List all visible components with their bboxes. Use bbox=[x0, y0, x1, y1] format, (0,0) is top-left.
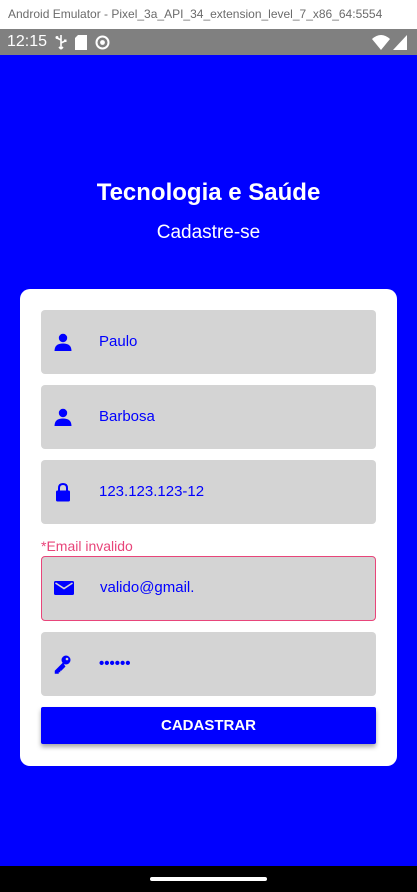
cpf-field[interactable]: 123.123.123-12 bbox=[41, 460, 376, 524]
email-icon bbox=[54, 581, 74, 595]
navigation-bar bbox=[0, 866, 417, 892]
status-time: 12:15 bbox=[7, 33, 48, 50]
person-icon bbox=[54, 333, 72, 351]
last-name-field[interactable]: Barbosa bbox=[41, 385, 376, 449]
emulator-window-title: Android Emulator - Pixel_3a_API_34_exten… bbox=[0, 0, 417, 29]
key-icon bbox=[54, 655, 71, 674]
signup-button[interactable]: CADASTRAR bbox=[41, 707, 376, 744]
password-value: •••••• bbox=[99, 655, 131, 672]
last-name-value: Barbosa bbox=[99, 408, 155, 425]
signup-form-card: Paulo Barbosa 123.123.123-12 *Email inva… bbox=[20, 289, 397, 766]
lock-icon bbox=[56, 482, 70, 502]
email-value: valido@gmail. bbox=[100, 579, 195, 596]
password-field[interactable]: •••••• bbox=[41, 632, 376, 696]
app-screen: Tecnologia e Saúde Cadastre-se Paulo Bar… bbox=[0, 55, 417, 866]
first-name-field[interactable]: Paulo bbox=[41, 310, 376, 374]
cpf-value: 123.123.123-12 bbox=[99, 483, 205, 500]
sync-icon bbox=[95, 35, 110, 49]
home-handle[interactable] bbox=[150, 877, 267, 881]
email-field[interactable]: valido@gmail. bbox=[41, 556, 376, 621]
first-name-value: Paulo bbox=[99, 333, 138, 350]
wifi-icon bbox=[372, 34, 390, 50]
app-title: Tecnologia e Saúde bbox=[96, 179, 321, 206]
status-icons-left bbox=[55, 34, 110, 50]
signal-icon bbox=[393, 34, 407, 50]
usb-icon bbox=[55, 35, 67, 50]
status-bar: 12:15 bbox=[0, 29, 417, 55]
person-icon bbox=[54, 408, 72, 426]
sd-card-icon bbox=[75, 34, 87, 50]
email-error-message: *Email invalido bbox=[41, 538, 133, 554]
status-icons-right bbox=[372, 34, 407, 50]
page-subtitle: Cadastre-se bbox=[156, 222, 261, 243]
